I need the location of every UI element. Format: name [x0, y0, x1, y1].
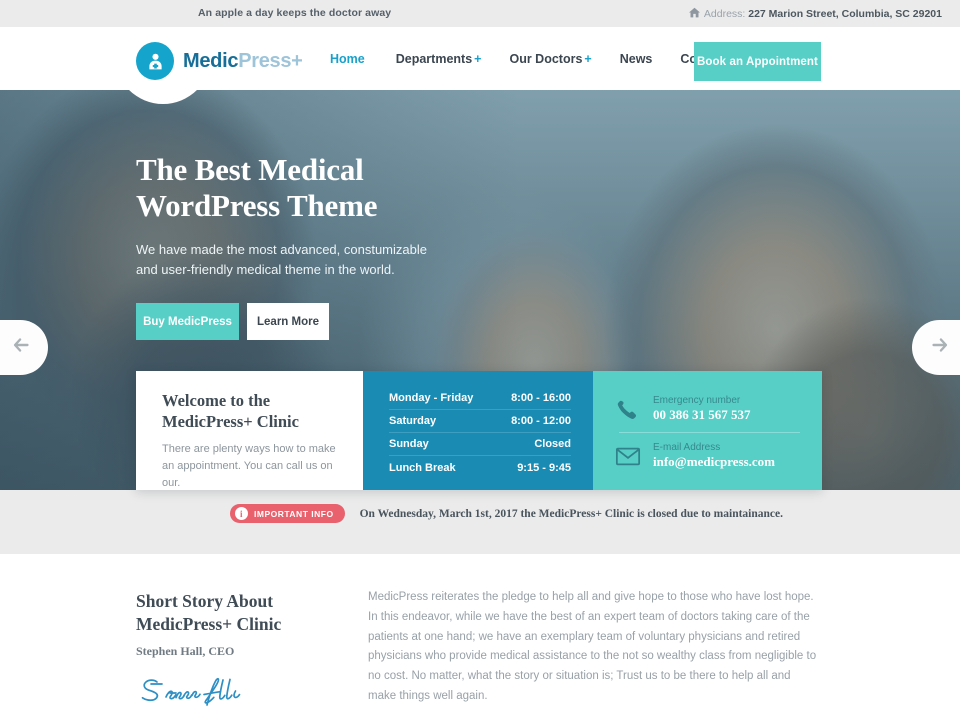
story-author-role: Stephen Hall, CEO: [136, 643, 235, 658]
tagline: An apple a day keeps the doctor away: [198, 7, 392, 19]
welcome-title-line1: Welcome to the: [162, 391, 271, 410]
hours-day: Saturday: [389, 415, 437, 427]
info-panels: Welcome to the MedicPress+ Clinic There …: [136, 371, 822, 490]
hours-time: 9:15 - 9:45: [517, 461, 571, 474]
important-info-message: On Wednesday, March 1st, 2017 the MedicP…: [359, 507, 783, 520]
chevron-plus-icon: +: [584, 52, 592, 66]
contact-divider: [619, 432, 800, 433]
hours-time: 8:00 - 16:00: [511, 392, 571, 404]
doctor-avatar-icon: [136, 42, 174, 80]
hero-title: The Best Medical WordPress Theme: [136, 152, 556, 224]
welcome-title: Welcome to the MedicPress+ Clinic: [162, 391, 343, 432]
nav-label-news: News: [619, 52, 653, 66]
site-logo[interactable]: MedicPress+: [136, 42, 303, 80]
phone-icon: [615, 398, 649, 420]
emergency-number-text: Emergency number 00 386 31 567 537: [653, 394, 751, 423]
signature-image: [136, 675, 351, 720]
logo-text: MedicPress+: [183, 50, 303, 73]
email-address-row[interactable]: E-mail Address info@medicpress.com: [615, 436, 804, 476]
hero-content: The Best Medical WordPress Theme We have…: [136, 152, 556, 341]
address-label: Address:: [703, 8, 746, 20]
hero-title-line1: The Best Medical: [136, 152, 364, 187]
book-appointment-button[interactable]: Book an Appointment: [694, 42, 821, 81]
hours-day: Lunch Break: [389, 461, 456, 474]
hours-day: Sunday: [389, 438, 429, 450]
welcome-text: There are plenty ways how to make an app…: [162, 443, 336, 490]
arrow-left-icon: [10, 334, 32, 361]
top-bar: An apple a day keeps the doctor away Add…: [0, 0, 960, 27]
hours-row: Saturday 8:00 - 12:00: [389, 410, 571, 433]
important-info-inner: i IMPORTANT INFO On Wednesday, March 1st…: [230, 504, 783, 523]
important-info-strip: i IMPORTANT INFO On Wednesday, March 1st…: [0, 490, 960, 554]
buy-medicpress-button[interactable]: Buy MedicPress: [136, 303, 239, 341]
hero-title-line2: WordPress Theme: [136, 187, 378, 223]
nav-item-news[interactable]: News: [620, 52, 653, 66]
hours-time: Closed: [534, 438, 571, 450]
emergency-number-value: 00 386 31 567 537: [653, 407, 751, 423]
status-badge: i IMPORTANT INFO: [230, 504, 345, 523]
hero-subtitle: We have made the most advanced, constumi…: [136, 241, 427, 277]
nav-item-home[interactable]: Home: [330, 52, 365, 66]
nav-item-our-doctors[interactable]: Our Doctors +: [509, 52, 591, 66]
address-block: Address: 227 Marion Street, Columbia, SC…: [688, 7, 942, 21]
email-address-text: E-mail Address info@medicpress.com: [653, 441, 775, 470]
contact-panel: Emergency number 00 386 31 567 537 E-mai…: [593, 371, 822, 490]
emergency-number-label: Emergency number: [653, 395, 741, 407]
learn-more-button[interactable]: Learn More: [247, 303, 329, 341]
chevron-plus-icon: +: [474, 52, 482, 66]
slider-next-button[interactable]: [912, 320, 960, 375]
logo-text-part2: Press+: [238, 49, 303, 72]
address-value: 227 Marion Street, Columbia, SC 29201: [748, 8, 942, 20]
hours-row: Lunch Break 9:15 - 9:45: [389, 456, 571, 479]
status-badge-label: IMPORTANT INFO: [254, 508, 334, 519]
emergency-number-row[interactable]: Emergency number 00 386 31 567 537: [615, 389, 804, 429]
story-title: Short Story About MedicPress+ Clinic: [136, 590, 351, 636]
story-left-column: Short Story About MedicPress+ Clinic Ste…: [136, 590, 351, 720]
info-circle-icon: i: [235, 507, 248, 520]
nav-label-home: Home: [330, 52, 365, 66]
logo-text-part1: Medic: [183, 49, 239, 72]
page-root: An apple a day keeps the doctor away Add…: [0, 0, 960, 720]
email-address-value: info@medicpress.com: [653, 454, 775, 470]
story-title-line1: Short Story About: [136, 591, 274, 611]
story-title-line2: MedicPress+ Clinic: [136, 613, 282, 634]
nav-item-departments[interactable]: Departments +: [396, 52, 482, 66]
email-address-label: E-mail Address: [653, 442, 721, 454]
home-icon: [688, 7, 700, 21]
hours-row: Monday - Friday 8:00 - 16:00: [389, 387, 571, 410]
nav-label-our-doctors: Our Doctors: [509, 52, 583, 66]
story-body-text: MedicPress reiterates the pledge to help…: [368, 591, 817, 702]
welcome-title-line2: MedicPress+ Clinic: [162, 411, 299, 431]
hours-time: 8:00 - 12:00: [511, 415, 571, 427]
welcome-panel: Welcome to the MedicPress+ Clinic There …: [136, 371, 363, 490]
opening-hours-panel: Monday - Friday 8:00 - 16:00 Saturday 8:…: [363, 371, 593, 490]
hours-day: Monday - Friday: [389, 392, 474, 404]
story-section: Short Story About MedicPress+ Clinic Ste…: [0, 554, 960, 720]
envelope-icon: [615, 443, 649, 469]
nav-label-departments: Departments: [395, 52, 473, 66]
hero-buttons: Buy MedicPress Learn More: [136, 303, 556, 341]
hours-row: Sunday Closed: [389, 433, 571, 456]
arrow-right-icon: [929, 334, 951, 361]
